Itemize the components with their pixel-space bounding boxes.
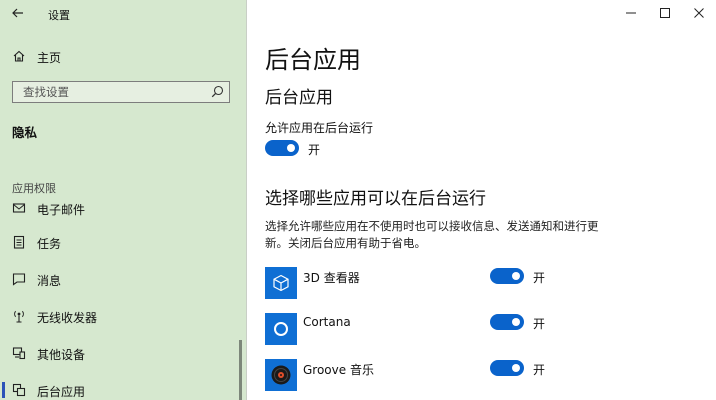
- sidebar-item-label: 任务: [37, 237, 62, 251]
- sidebar-titlebar: 设置: [0, 0, 246, 28]
- sidebar-item-label: 后台应用: [37, 385, 86, 399]
- section-heading-choose-apps: 选择哪些应用可以在后台运行: [265, 189, 486, 209]
- app-name: Groove 音乐: [303, 363, 374, 377]
- sidebar-item-background-apps[interactable]: 后台应用: [0, 376, 236, 400]
- toggle-knob: [512, 318, 520, 326]
- sidebar-item-other-devices[interactable]: 其他设备: [0, 339, 236, 367]
- search-box[interactable]: [12, 81, 230, 103]
- page-title: 后台应用: [265, 46, 361, 74]
- background-apps-icon: [12, 383, 26, 397]
- app-toggle-state: 开: [533, 363, 546, 377]
- search-input[interactable]: [13, 82, 213, 101]
- back-arrow-icon: [12, 8, 23, 18]
- sidebar-item-radios[interactable]: 无线收发器: [0, 302, 236, 330]
- sidebar-item-label: 消息: [37, 274, 62, 288]
- app-toggle-state: 开: [533, 317, 546, 331]
- sidebar-item-label: 电子邮件: [37, 203, 86, 217]
- sidebar-item-messaging[interactable]: 消息: [0, 265, 236, 293]
- sidebar-scrollbar[interactable]: [239, 340, 242, 400]
- message-icon: [12, 273, 26, 286]
- app-title: 设置: [48, 9, 70, 22]
- app-toggle-cortana[interactable]: [490, 314, 524, 330]
- cortana-icon: [265, 313, 297, 345]
- sidebar-item-tasks[interactable]: 任务: [0, 228, 236, 256]
- toggle-knob: [512, 272, 520, 280]
- back-button[interactable]: [8, 4, 28, 22]
- app-toggle-state: 开: [533, 271, 546, 285]
- sidebar: 设置 主页 隐私 应用权限 电子邮件 应用权限 任务: [0, 0, 246, 400]
- allow-background-label: 允许应用在后台运行: [265, 121, 374, 135]
- section-title-privacy: 隐私: [12, 125, 38, 140]
- allow-background-toggle-state: 开: [308, 143, 321, 157]
- window-controls: [614, 0, 716, 28]
- app-name: Cortana: [303, 315, 351, 329]
- maximize-button[interactable]: [648, 0, 682, 26]
- section-title-app-permissions-overlay: 应用权限: [12, 182, 56, 195]
- selection-indicator: [2, 382, 5, 398]
- app-name: 3D 查看器: [303, 271, 360, 285]
- devices-icon: [12, 347, 26, 360]
- groove-music-icon: [265, 359, 297, 391]
- maximize-icon: [660, 8, 670, 18]
- minimize-icon: [626, 12, 636, 14]
- close-button[interactable]: [682, 0, 716, 26]
- choose-apps-description: 选择允许哪些应用在不使用时也可以接收信息、发送通知和进行更新。关闭后台应用有助于…: [265, 219, 599, 250]
- toggle-knob: [512, 364, 520, 372]
- app-toggle-groove-music[interactable]: [490, 360, 524, 376]
- close-icon: [694, 8, 704, 18]
- home-icon: [13, 50, 25, 62]
- 3d-viewer-icon: [265, 267, 297, 299]
- sidebar-item-label: 其他设备: [37, 348, 86, 362]
- app-toggle-3d-viewer[interactable]: [490, 268, 524, 284]
- nav-home[interactable]: 主页: [0, 44, 246, 70]
- pane-divider: [246, 0, 247, 400]
- nav-home-label: 主页: [37, 51, 62, 65]
- mail-icon: [12, 203, 26, 213]
- radio-icon: [14, 310, 24, 323]
- toggle-knob: [287, 144, 295, 152]
- section-heading-background-apps: 后台应用: [265, 88, 333, 108]
- tasks-icon: [13, 235, 25, 249]
- search-icon[interactable]: [211, 85, 224, 98]
- minimize-button[interactable]: [614, 0, 648, 26]
- sidebar-item-label: 无线收发器: [37, 311, 98, 325]
- allow-background-toggle[interactable]: [265, 140, 299, 156]
